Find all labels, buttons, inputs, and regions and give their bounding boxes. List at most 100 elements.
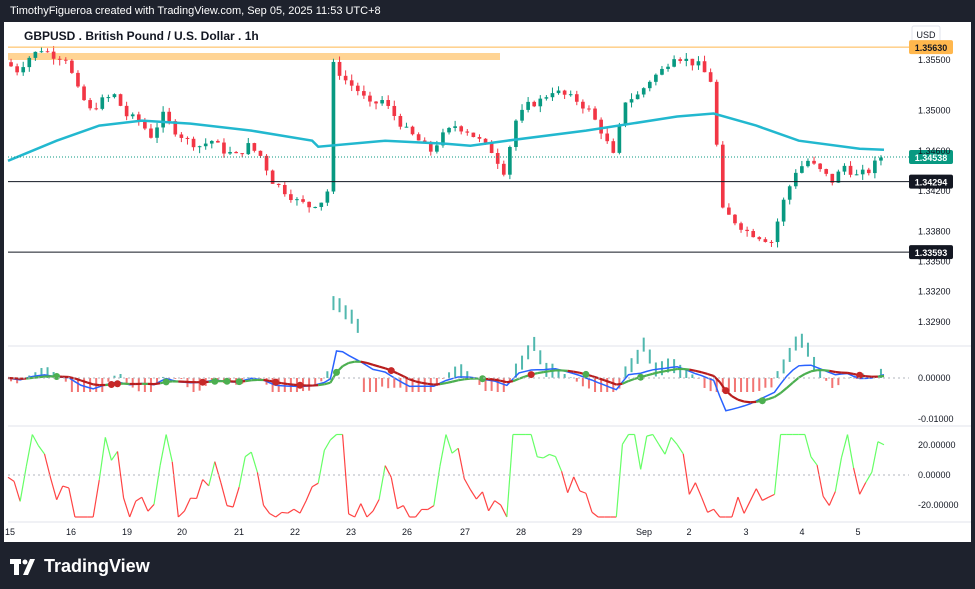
candle-body [635, 94, 640, 100]
oscillator-segment [208, 461, 216, 487]
signal-line-segment [573, 370, 581, 374]
crossover-dot [272, 378, 280, 386]
candle-body [660, 68, 664, 75]
signal-line-segment [773, 392, 782, 398]
oscillator-segment [865, 471, 873, 483]
candle-body [319, 202, 324, 207]
signal-line-segment [281, 382, 288, 386]
x-tick-label: 19 [122, 527, 132, 537]
macd-histogram-bar [192, 378, 195, 392]
oscillator-segment [123, 497, 131, 518]
oscillator-segment [549, 453, 556, 458]
candle-body [33, 51, 38, 58]
oscillator-segment [177, 510, 185, 518]
candle-body [404, 126, 409, 128]
macd-histogram-bar [64, 378, 67, 382]
signal-line-segment [74, 377, 82, 382]
candle-body [197, 146, 202, 148]
oscillator-segment [828, 491, 836, 506]
candle-body [860, 169, 865, 175]
oscillator-segment [129, 500, 137, 518]
candle-body [45, 51, 50, 53]
crossover-dot [527, 371, 535, 379]
signal-line-segment [287, 382, 295, 386]
candle-body [568, 94, 573, 96]
x-tick-label: 22 [290, 527, 300, 537]
tradingview-logo[interactable]: TradingView [10, 556, 150, 577]
signal-line-segment [707, 372, 714, 377]
candle-body [264, 155, 269, 171]
oscillator-segment [543, 453, 550, 459]
signal-line-segment [245, 379, 252, 383]
candle-body [276, 183, 281, 185]
oscillator-segment [749, 488, 757, 502]
signal-line-segment [616, 382, 623, 386]
macd-histogram-bar [837, 378, 840, 386]
signal-line-segment [609, 381, 617, 386]
signal-line-segment [537, 371, 544, 375]
macd-histogram-bar [782, 359, 785, 374]
oscillator-segment [463, 478, 471, 490]
signal-line-segment [798, 373, 806, 379]
price-label-text: 1.35630 [915, 43, 948, 53]
macd-histogram-bar [180, 378, 183, 379]
oscillator-segment [171, 461, 179, 518]
oscillator-segment [269, 512, 276, 518]
candle-body [538, 98, 543, 107]
candle-body [124, 105, 129, 117]
oscillator-segment [390, 477, 398, 509]
oscillator-segment [670, 437, 678, 445]
candle-body [654, 74, 658, 82]
candle-body [793, 172, 798, 187]
signal-line-segment [348, 360, 355, 365]
price-y-tick: 1.34600 [918, 146, 951, 156]
candle-body [94, 108, 99, 110]
oscillator-segment [415, 509, 423, 518]
chart-area[interactable]: GBPUSD . British Pound / U.S. Dollar . 1… [4, 22, 971, 542]
candle-body [258, 150, 263, 156]
x-tick-label: 16 [66, 527, 76, 537]
oscillator-segment [676, 444, 684, 455]
price-y-tick: 1.33800 [918, 226, 951, 236]
signal-line-segment [80, 379, 88, 384]
macd-histogram-bar [825, 378, 828, 381]
macd-histogram-bar [89, 378, 92, 392]
candle-body [727, 207, 731, 215]
signal-line-segment [683, 367, 690, 371]
candle-body [398, 115, 403, 127]
candle-body [471, 132, 476, 138]
price-y-tick: 1.33500 [918, 256, 951, 266]
oscillator-segment [877, 441, 885, 446]
candle-body [76, 72, 80, 87]
oscillator-segment [196, 479, 204, 499]
candle-body [508, 146, 512, 175]
oscillator-segment [573, 476, 581, 492]
macd-histogram-bar [740, 378, 743, 392]
signal-line-segment [603, 379, 611, 384]
oscillator-segment [768, 493, 775, 498]
signal-line-segment [628, 377, 635, 383]
candle-body [435, 145, 439, 152]
candle-body [532, 101, 537, 107]
macd-histogram-bar [283, 378, 286, 392]
candle-body [696, 61, 701, 66]
signal-line-segment [877, 374, 885, 378]
signal-line-segment [737, 398, 745, 403]
candle-body [544, 97, 549, 99]
candle-body [179, 134, 184, 138]
macd-histogram-bar [575, 378, 578, 382]
tradingview-logo-icon [10, 558, 35, 575]
signal-line-segment [664, 368, 672, 373]
oscillator-segment [445, 434, 453, 454]
oscillator-segment [372, 499, 380, 512]
oscillator-segment [341, 434, 350, 514]
macd-histogram-bar [612, 378, 615, 392]
signal-line-segment [372, 363, 380, 368]
osc-y-tick: 0.00000 [918, 470, 951, 480]
candle-body [611, 141, 616, 153]
signal-line-segment [439, 381, 447, 386]
chart-svg[interactable]: GBPUSD . British Pound / U.S. Dollar . 1… [4, 22, 971, 542]
candle-body [130, 114, 135, 117]
candle-body [873, 160, 877, 174]
oscillator-segment [305, 486, 313, 502]
